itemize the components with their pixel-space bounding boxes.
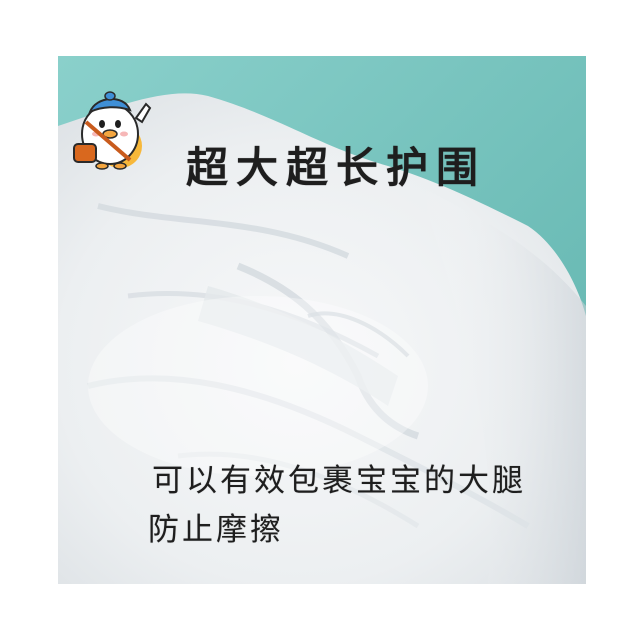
caption-body-line-1: 可以有效包裹宝宝的大腿	[152, 463, 526, 499]
caption-body-line-2: 防止摩擦	[148, 512, 284, 548]
image-frame: 超大超长护围 可以有效包裹宝宝的大腿 防止摩擦	[0, 0, 640, 640]
duck-mascot-sticker	[73, 91, 152, 170]
caption-title: 超大超长护围	[186, 143, 487, 192]
